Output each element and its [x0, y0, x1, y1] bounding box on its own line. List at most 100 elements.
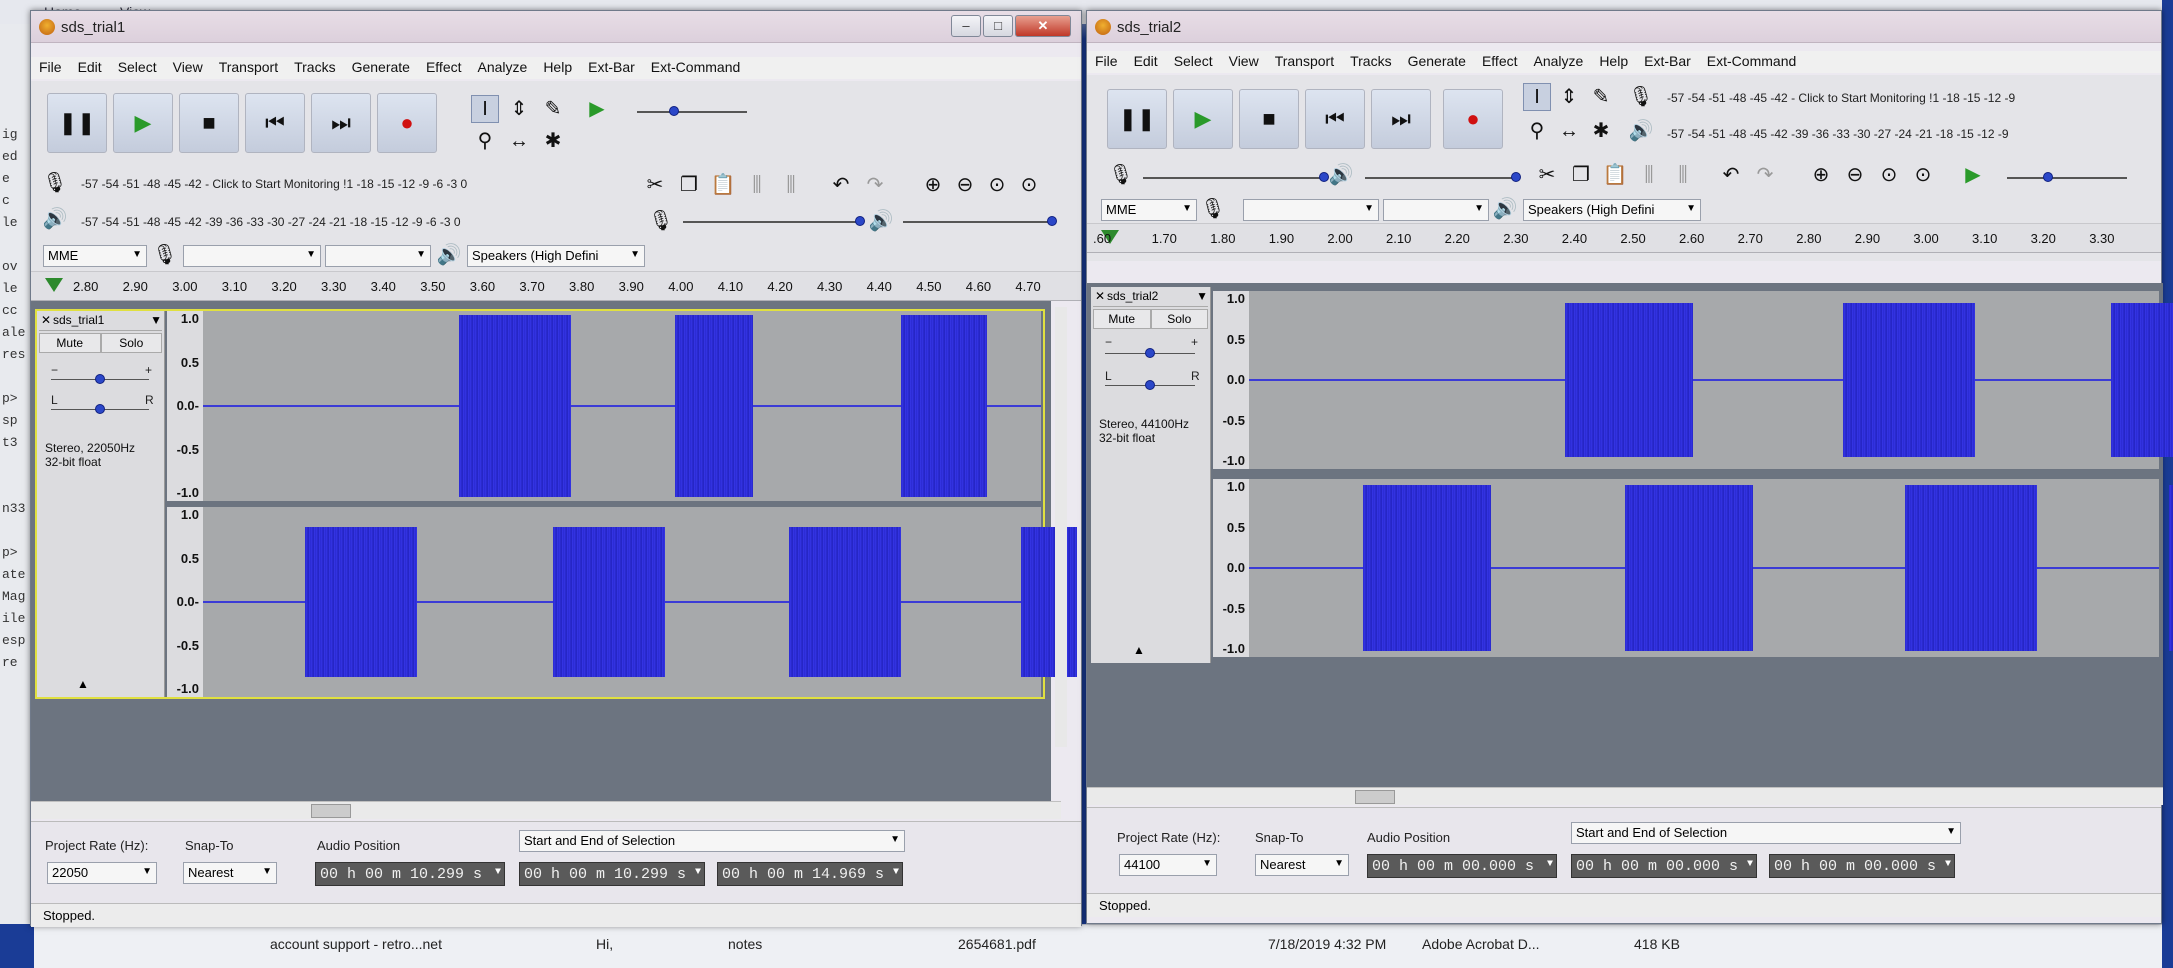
close-button[interactable]: ✕	[1015, 15, 1071, 37]
menu-file[interactable]: File	[31, 57, 70, 75]
copy-icon[interactable]: ❐	[1567, 161, 1595, 189]
timeshift-tool-icon[interactable]: ↔	[1555, 117, 1583, 145]
solo-button[interactable]: Solo	[100, 333, 162, 353]
play-at-speed-icon[interactable]: ▶	[1959, 161, 1987, 189]
selection-tool-icon[interactable]: I	[1523, 83, 1551, 111]
playback-device-select[interactable]: Speakers (High Defini ▼	[467, 245, 645, 267]
playback-volume-slider[interactable]	[1365, 172, 1521, 182]
menu-ext-command[interactable]: Ext-Command	[643, 57, 748, 75]
gain-slider[interactable]	[1105, 348, 1195, 358]
selection-start-time[interactable]: 00 h 00 m 00.000 s ▼	[1571, 854, 1757, 878]
playback-meter-speaker-icon[interactable]: 🔊	[41, 205, 69, 233]
track-name-menu[interactable]: ✕ sds_trial1 ▼	[39, 313, 162, 331]
mute-button[interactable]: Mute	[1093, 309, 1151, 329]
playback-meter-speaker-icon[interactable]: 🔊	[1627, 117, 1655, 145]
recording-volume-slider[interactable]	[1143, 172, 1329, 182]
record-meter[interactable]: -57 -54 -51 -48 -45 -42 - Click to Start…	[1667, 91, 2015, 105]
record-button[interactable]: ●	[377, 93, 437, 153]
vertical-scrollbar[interactable]	[1055, 307, 1067, 747]
draw-tool-icon[interactable]: ✎	[1587, 83, 1615, 111]
zoom-tool-icon[interactable]: ⚲	[471, 127, 499, 155]
recording-device-select[interactable]: ▼	[183, 245, 321, 267]
menu-view[interactable]: View	[165, 57, 211, 75]
menu-analyze[interactable]: Analyze	[470, 57, 536, 75]
selection-format-select[interactable]: Start and End of Selection ▼	[1571, 822, 1961, 844]
paste-icon[interactable]: 📋	[709, 171, 737, 199]
play-head-icon[interactable]	[45, 278, 63, 292]
horizontal-scrollbar[interactable]	[31, 801, 1061, 819]
trim-icon[interactable]: ⫼	[1635, 161, 1663, 189]
pan-slider[interactable]	[51, 404, 149, 414]
project-rate-select[interactable]: 44100 ▼	[1119, 854, 1217, 876]
pause-button[interactable]: ❚❚	[47, 93, 107, 153]
track-control-panel[interactable]: ✕ sds_trial1 ▼ Mute Solo − + LR Stereo, 2205…	[37, 311, 165, 697]
channel-1-waveform[interactable]	[1249, 291, 2173, 469]
selection-end-time[interactable]: 00 h 00 m 00.000 s ▼	[1769, 854, 1955, 878]
cut-icon[interactable]: ✂	[641, 171, 669, 199]
minimize-button[interactable]: –	[951, 15, 981, 37]
audio-host-select[interactable]: MME ▼	[1101, 199, 1197, 221]
channel-2-waveform[interactable]	[1249, 479, 2173, 657]
skip-end-button[interactable]: ⏭	[1371, 89, 1431, 149]
bg-file-row[interactable]: notes	[728, 936, 762, 952]
solo-button[interactable]: Solo	[1150, 309, 1208, 329]
menu-help[interactable]: Help	[535, 57, 580, 75]
zoom-in-icon[interactable]: ⊕	[919, 171, 947, 199]
silence-icon[interactable]: ⫼	[777, 171, 805, 199]
bg-file-row[interactable]: account support - retro...net	[270, 936, 442, 952]
recording-channels-select[interactable]: ▼	[325, 245, 431, 267]
zoom-out-icon[interactable]: ⊖	[1841, 161, 1869, 189]
collapse-track-icon[interactable]: ▲	[77, 677, 89, 691]
skip-start-button[interactable]: ⏮	[245, 93, 305, 153]
zoom-tool-icon[interactable]: ⚲	[1523, 117, 1551, 145]
multi-tool-icon[interactable]: ✱	[1587, 117, 1615, 145]
recording-volume-slider[interactable]	[683, 216, 865, 226]
menu-effect[interactable]: Effect	[1474, 51, 1526, 69]
record-meter-mic-icon[interactable]: 🎙	[1627, 83, 1655, 111]
maximize-button[interactable]: □	[983, 15, 1013, 37]
menu-effect[interactable]: Effect	[418, 57, 470, 75]
close-track-icon[interactable]: ✕	[1093, 289, 1107, 303]
zoom-in-icon[interactable]: ⊕	[1807, 161, 1835, 189]
menu-transport[interactable]: Transport	[1267, 51, 1342, 69]
menu-transport[interactable]: Transport	[211, 57, 286, 75]
menu-view[interactable]: View	[1221, 51, 1267, 69]
playback-volume-slider[interactable]	[903, 216, 1057, 226]
menu-ext-bar[interactable]: Ext-Bar	[580, 57, 643, 75]
timeshift-tool-icon[interactable]: ↔	[505, 127, 533, 155]
paste-icon[interactable]: 📋	[1601, 161, 1629, 189]
selection-start-time[interactable]: 00 h 00 m 10.299 s ▼	[519, 862, 705, 886]
recording-channels-select[interactable]: ▼	[1383, 199, 1489, 221]
envelope-tool-icon[interactable]: ⇕	[505, 95, 533, 123]
menu-select[interactable]: Select	[1166, 51, 1221, 69]
menu-ext-bar[interactable]: Ext-Bar	[1636, 51, 1699, 69]
audio-position-time[interactable]: 00 h 00 m 00.000 s ▼	[1367, 854, 1557, 878]
record-meter-mic-icon[interactable]: 🎙	[41, 169, 69, 197]
cut-icon[interactable]: ✂	[1533, 161, 1561, 189]
scroll-thumb[interactable]	[1355, 790, 1395, 804]
fit-selection-icon[interactable]: ⊙	[983, 171, 1011, 199]
play-speed-slider[interactable]	[637, 106, 747, 116]
track-name-menu[interactable]: ✕ sds_trial2 ▼	[1093, 289, 1208, 307]
play-speed-slider[interactable]	[2007, 172, 2127, 182]
mute-button[interactable]: Mute	[39, 333, 101, 353]
selection-tool-icon[interactable]: I	[471, 95, 499, 123]
play-at-speed-icon[interactable]: ▶	[583, 95, 611, 123]
fit-selection-icon[interactable]: ⊙	[1875, 161, 1903, 189]
menu-help[interactable]: Help	[1591, 51, 1636, 69]
menu-tracks[interactable]: Tracks	[286, 57, 343, 75]
menu-edit[interactable]: Edit	[70, 57, 110, 75]
play-button[interactable]: ▶	[1173, 89, 1233, 149]
horizontal-scrollbar[interactable]	[1087, 787, 2163, 805]
envelope-tool-icon[interactable]: ⇕	[1555, 83, 1583, 111]
skip-start-button[interactable]: ⏮	[1305, 89, 1365, 149]
title-bar[interactable]: sds_trial1 – □ ✕	[31, 11, 1081, 43]
track-control-panel[interactable]: ✕ sds_trial2 ▼ Mute Solo − + LR Stereo, 4410…	[1091, 287, 1211, 663]
pause-button[interactable]: ❚❚	[1107, 89, 1167, 149]
bg-file-row[interactable]: Hi,	[596, 936, 613, 952]
fit-project-icon[interactable]: ⊙	[1015, 171, 1043, 199]
multi-tool-icon[interactable]: ✱	[539, 127, 567, 155]
audio-position-time[interactable]: 00 h 00 m 10.299 s ▼	[315, 862, 505, 886]
menu-edit[interactable]: Edit	[1126, 51, 1166, 69]
skip-end-button[interactable]: ⏭	[311, 93, 371, 153]
